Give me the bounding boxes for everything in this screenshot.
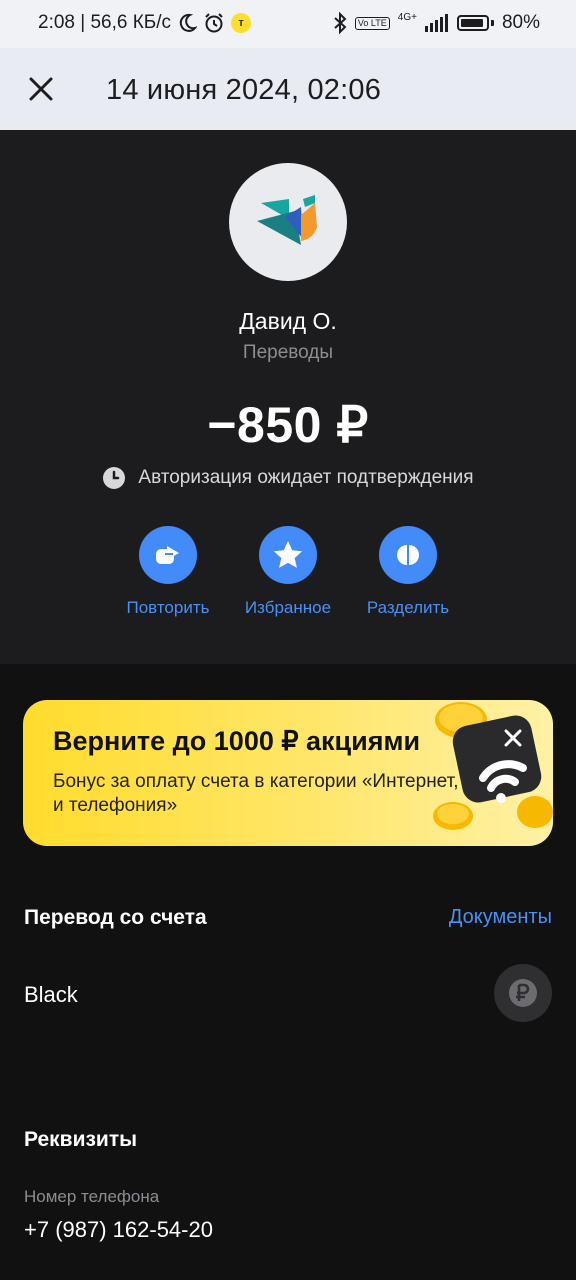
top-bar: 14 июня 2024, 02:06 [0,48,576,130]
repeat-icon [139,526,197,584]
wifi-coins-illustration [433,702,553,830]
account-section-title: Перевод со счета [24,906,207,929]
signal-icon [424,14,448,32]
phone-value[interactable]: +7 (987) 162-54-20 [24,1217,213,1243]
documents-link[interactable]: Документы [449,906,552,929]
battery-level: 80% [501,12,540,33]
status-left: 2:08 | 56,6 КБ/с т [38,12,252,34]
close-icon[interactable] [24,72,58,106]
repeat-label: Повторить [126,598,210,617]
network-type: 4G+ [397,12,417,23]
operation-summary: Давид О. Переводы −850 ₽ Авторизация ожи… [0,130,576,664]
operation-amount: −850 ₽ [207,397,369,453]
details-section-title: Реквизиты [24,1128,138,1151]
status-time-speed: 2:08 | 56,6 КБ/с [38,12,172,33]
battery-icon [456,15,489,31]
favorite-label: Избранное [244,598,332,617]
bluetooth-icon [334,12,347,34]
ruble-icon [509,979,537,1007]
account-name[interactable]: Black [24,982,78,1008]
account-currency-button[interactable] [494,964,552,1022]
operation-category: Переводы [242,342,334,363]
recipient-name: Давид О. [239,308,337,334]
bank-logo-icon [257,195,317,245]
battery-cap [490,20,494,26]
recipient-avatar [229,163,347,281]
promo-banner[interactable]: Верните до 1000 ₽ акциями Бонус за оплат… [23,700,553,846]
moon-icon [179,13,198,32]
status-right: Vo LTE 4G+ 80% [333,12,540,34]
alarm-icon [205,13,223,33]
close-banner-icon[interactable] [501,726,525,750]
phone-label: Номер телефона [24,1187,160,1206]
volte-icon: Vo LTE [354,16,390,30]
split-label: Разделить [366,598,450,617]
split-icon [379,526,437,584]
split-button[interactable]: Разделить [343,526,473,618]
page-title: 14 июня 2024, 02:06 [106,74,382,106]
bank-app-notification-icon: т [231,13,252,33]
favorite-button[interactable]: Избранное [223,526,353,618]
authorization-status-text: Авторизация ожидает подтверждения [138,467,474,488]
status-bar: 2:08 | 56,6 КБ/с т Vo LTE 4G+ 80% [0,0,576,48]
clock-icon [103,467,126,489]
star-icon [259,526,317,584]
authorization-status: Авторизация ожидает подтверждения [0,466,576,490]
repeat-button[interactable]: Повторить [103,526,233,618]
promo-title: Верните до 1000 ₽ акциями [53,726,421,756]
